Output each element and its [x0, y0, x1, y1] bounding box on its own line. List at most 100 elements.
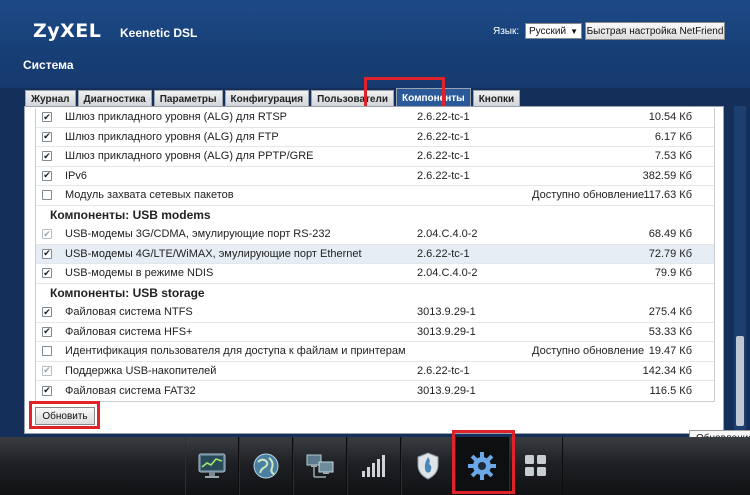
component-row: ✔ USB-модемы в режиме NDIS 2.04.C.4.0-2 … — [36, 264, 714, 284]
component-checkbox[interactable]: ✔ — [42, 131, 52, 142]
component-size: 116.5 Кб — [649, 384, 692, 397]
tab-log[interactable]: Журнал — [25, 90, 76, 107]
brand-logo: ZyXEL — [33, 20, 102, 42]
component-checkbox[interactable] — [42, 346, 52, 357]
component-size: 117.63 Кб — [643, 189, 692, 202]
component-name: USB-модемы 4G/LTE/WiMAX, эмулирующие пор… — [65, 247, 362, 260]
component-size: 72.79 Кб — [648, 247, 692, 260]
tab-components[interactable]: Компоненты — [395, 88, 471, 107]
component-version: 2.6.22-tc-1 — [417, 150, 470, 163]
component-size: 275.4 Кб — [648, 306, 692, 319]
network-computers-icon — [306, 454, 334, 478]
dock-item-home-network[interactable] — [293, 437, 347, 495]
component-checkbox[interactable]: ✔ — [42, 151, 52, 162]
component-row: ✔ Файловая система FAT32 3013.9.29-1 116… — [36, 381, 714, 401]
tab-users[interactable]: Пользователи — [311, 90, 394, 107]
components-panel: ✔ Шлюз прикладного уровня (ALG) для RTSP… — [24, 106, 724, 434]
component-checkbox[interactable]: ✔ — [42, 326, 52, 337]
component-row: ✔ IPv6 2.6.22-tc-1 382.59 Кб — [36, 167, 714, 186]
component-checkbox[interactable]: ✔ — [42, 268, 52, 279]
component-checkbox[interactable]: ✔ — [42, 248, 52, 259]
gear-icon — [468, 452, 496, 480]
dock-item-system[interactable] — [455, 437, 509, 495]
component-size: 6.17 Кб — [654, 130, 692, 143]
page-title: Система — [23, 58, 74, 72]
scrollbar-thumb[interactable] — [736, 336, 744, 426]
component-version: 2.6.22-tc-1 — [417, 130, 470, 143]
component-version: 2.6.22-tc-1 — [417, 111, 470, 124]
component-version: 2.6.22-tc-1 — [417, 247, 470, 260]
component-update-status: Доступно обновление — [532, 189, 645, 202]
component-row: ✔ Файловая система HFS+ 3013.9.29-1 53.3… — [36, 323, 714, 342]
language-select[interactable]: Русский ▼ — [525, 23, 582, 39]
component-checkbox[interactable]: ✔ — [42, 385, 52, 396]
component-update-status: Доступно обновление — [532, 345, 645, 358]
component-size: 68.49 Кб — [648, 228, 692, 241]
monitor-chart-icon — [198, 453, 226, 478]
component-size: 142.34 Кб — [642, 364, 692, 377]
component-size: 10.54 Кб — [648, 111, 692, 124]
component-name: Модуль захвата сетевых пакетов — [65, 189, 234, 202]
update-button[interactable]: Обновить — [35, 407, 95, 425]
component-checkbox[interactable]: ✔ — [42, 170, 52, 181]
component-name: Идентификация пользователя для доступа к… — [65, 345, 406, 358]
dock-item-monitor[interactable] — [185, 437, 239, 495]
group-heading-usb-modems: Компоненты: USB modems — [50, 208, 211, 222]
component-version: 3013.9.29-1 — [417, 384, 476, 397]
component-row: ✔ Шлюз прикладного уровня (ALG) для RTSP… — [36, 108, 714, 128]
component-version: 2.6.22-tc-1 — [417, 169, 470, 182]
header: ZyXEL Keenetic DSL Язык: Русский ▼ Быстр… — [0, 0, 750, 88]
component-size: 53.33 Кб — [648, 325, 692, 338]
component-checkbox[interactable]: ✔ — [42, 229, 52, 240]
grid-apps-icon — [525, 455, 546, 476]
device-model: Keenetic DSL — [120, 26, 198, 40]
chevron-down-icon: ▼ — [570, 26, 578, 36]
component-checkbox[interactable]: ✔ — [42, 365, 52, 376]
component-checkbox[interactable]: ✔ — [42, 112, 52, 123]
component-size: 79.9 Кб — [654, 267, 692, 280]
signal-bars-icon — [362, 455, 385, 477]
component-row: Модуль захвата сетевых пакетов Доступно … — [36, 186, 714, 206]
component-name: Шлюз прикладного уровня (ALG) для RTSP — [65, 111, 288, 124]
component-name: USB-модемы в режиме NDIS — [65, 267, 214, 280]
tab-parameters[interactable]: Параметры — [153, 90, 223, 107]
component-checkbox[interactable]: ✔ — [42, 307, 52, 318]
dock-item-wifi[interactable] — [347, 437, 401, 495]
globe-icon — [253, 453, 279, 479]
bottom-dock — [0, 437, 750, 495]
component-size: 382.59 Кб — [642, 169, 692, 182]
component-name: IPv6 — [65, 169, 88, 182]
component-version: 3013.9.29-1 — [417, 306, 476, 319]
component-name: Файловая система NTFS — [65, 306, 193, 319]
component-row: Идентификация пользователя для доступа к… — [36, 342, 714, 362]
language-label: Язык: — [493, 26, 520, 37]
tab-configuration[interactable]: Конфигурация — [224, 90, 310, 107]
quick-setup-button[interactable]: Быстрая настройка NetFriend — [585, 22, 725, 40]
component-version: 3013.9.29-1 — [417, 325, 476, 338]
component-checkbox[interactable] — [42, 190, 52, 201]
group-heading-usb-storage: Компоненты: USB storage — [50, 286, 205, 300]
component-row: ✔ Файловая система NTFS 3013.9.29-1 275.… — [36, 303, 714, 323]
component-size: 7.53 Кб — [654, 150, 692, 163]
component-name: Поддержка USB-накопителей — [65, 364, 217, 377]
component-size: 19.47 Кб — [648, 345, 692, 358]
dock-item-internet[interactable] — [239, 437, 293, 495]
tab-diagnostics[interactable]: Диагностика — [77, 90, 152, 107]
language-value: Русский — [529, 25, 567, 37]
dock-item-security[interactable] — [401, 437, 455, 495]
component-version: 2.6.22-tc-1 — [417, 364, 470, 377]
component-name: Файловая система FAT32 — [65, 384, 196, 397]
component-row: ✔ USB-модемы 3G/CDMA, эмулирующие порт R… — [36, 225, 714, 245]
component-row: ✔ Поддержка USB-накопителей 2.6.22-tc-1 … — [36, 362, 714, 381]
component-version: 2.04.C.4.0-2 — [417, 267, 478, 280]
component-version: 2.04.C.4.0-2 — [417, 228, 478, 241]
page-scrollbar[interactable] — [734, 106, 746, 434]
tab-bar: Журнал Диагностика Параметры Конфигураци… — [25, 88, 522, 107]
component-name: USB-модемы 3G/CDMA, эмулирующие порт RS-… — [65, 228, 331, 241]
dock-item-applications[interactable] — [509, 437, 563, 495]
component-row: ✔ Шлюз прикладного уровня (ALG) для PPTP… — [36, 147, 714, 167]
tab-buttons[interactable]: Кнопки — [472, 90, 521, 107]
component-name: Файловая система HFS+ — [65, 325, 193, 338]
component-name: Шлюз прикладного уровня (ALG) для PPTP/G… — [65, 150, 314, 163]
component-row: ✔ Шлюз прикладного уровня (ALG) для FTP … — [36, 128, 714, 147]
